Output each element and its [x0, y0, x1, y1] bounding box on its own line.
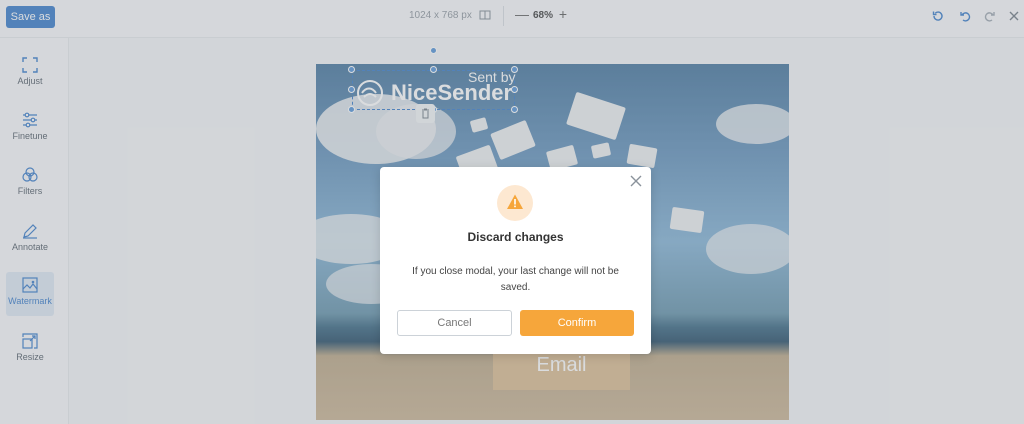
cancel-button[interactable]: Cancel [397, 310, 512, 336]
warning-icon [507, 194, 523, 209]
confirm-button[interactable]: Confirm [520, 310, 634, 336]
close-icon[interactable] [629, 174, 643, 188]
modal-title: Discard changes [467, 230, 564, 244]
modal-message: If you close modal, your last change wil… [412, 266, 619, 293]
